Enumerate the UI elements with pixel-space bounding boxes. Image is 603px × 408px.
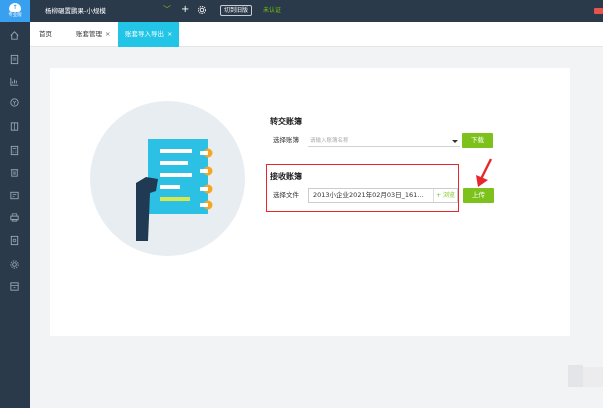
upload-button[interactable]: 上传 [463, 188, 494, 203]
report-icon[interactable] [8, 189, 21, 202]
archive-icon[interactable] [8, 280, 21, 293]
verification-status[interactable]: 未认证 [263, 5, 281, 16]
gear-icon[interactable] [197, 5, 207, 15]
ledger-icon[interactable] [8, 120, 21, 133]
file-input[interactable]: 2013小企业2021年02月03日_161... + 浏览 [308, 188, 458, 203]
switch-old-version-button[interactable]: 切到旧版 [220, 5, 253, 16]
select-file-label: 选择文件 [273, 191, 299, 199]
corner-widget [568, 365, 583, 387]
calculator-icon[interactable] [8, 144, 21, 157]
close-icon[interactable]: × [167, 30, 172, 38]
tab-home[interactable]: 首页 [39, 22, 52, 47]
money-icon[interactable] [8, 96, 21, 109]
tab-label: 账套导入导出 [125, 30, 164, 38]
transfer-section-title: 转交账簿 [270, 117, 302, 126]
add-icon[interactable]: + [181, 4, 189, 16]
logo-label: 专业版 [8, 13, 22, 18]
tab-label: 账套管理 [76, 30, 102, 38]
download-button[interactable]: 下载 [462, 133, 493, 148]
browse-button[interactable]: + 浏览 [433, 189, 457, 202]
corner-widget [583, 367, 603, 387]
tab-account-import-export[interactable]: 账套导入导出 × [118, 22, 180, 47]
settings-icon[interactable] [8, 258, 21, 271]
chevron-down-icon[interactable]: ﹀ [163, 5, 171, 15]
top-bar: 杨柳碾置鹏果-小规模 ﹀ + 切到旧版 未认证 [30, 0, 603, 22]
import-export-panel: 转交账簿 选择账簿 请输入账簿名称 下载 接收账簿 选择文件 2013小企业20… [50, 68, 570, 336]
home-icon[interactable] [8, 29, 21, 42]
app-logo[interactable]: ↑ 专业版 [0, 0, 30, 22]
mail-icon[interactable] [594, 8, 603, 14]
select-placeholder: 请输入账簿名称 [310, 138, 349, 144]
tab-bar: 首页 账套管理 × 账套导入导出 × [30, 22, 603, 47]
receive-section-title: 接收账簿 [270, 172, 302, 181]
print-icon[interactable] [8, 211, 21, 224]
chart-icon[interactable] [8, 75, 21, 88]
dropdown-caret-icon [452, 140, 458, 143]
close-icon[interactable]: × [105, 30, 110, 38]
invoice-icon[interactable] [8, 166, 21, 179]
cloud-logo-icon: ↑ [9, 3, 21, 12]
notebook-illustration [136, 139, 213, 241]
account-select[interactable]: 请输入账簿名称 [308, 136, 460, 147]
select-account-label: 选择账簿 [273, 136, 299, 144]
tab-account-management[interactable]: 账套管理 × [76, 22, 110, 47]
sidebar: ↑ 专业版 [0, 0, 30, 408]
annotation-arrow-icon [476, 158, 493, 187]
search-doc-icon[interactable] [8, 234, 21, 247]
tab-label: 首页 [39, 30, 52, 38]
document-icon[interactable] [8, 53, 21, 66]
company-selector[interactable]: 杨柳碾置鹏果-小规模 [43, 4, 203, 18]
file-name: 2013小企业2021年02月03日_161... [313, 191, 424, 199]
